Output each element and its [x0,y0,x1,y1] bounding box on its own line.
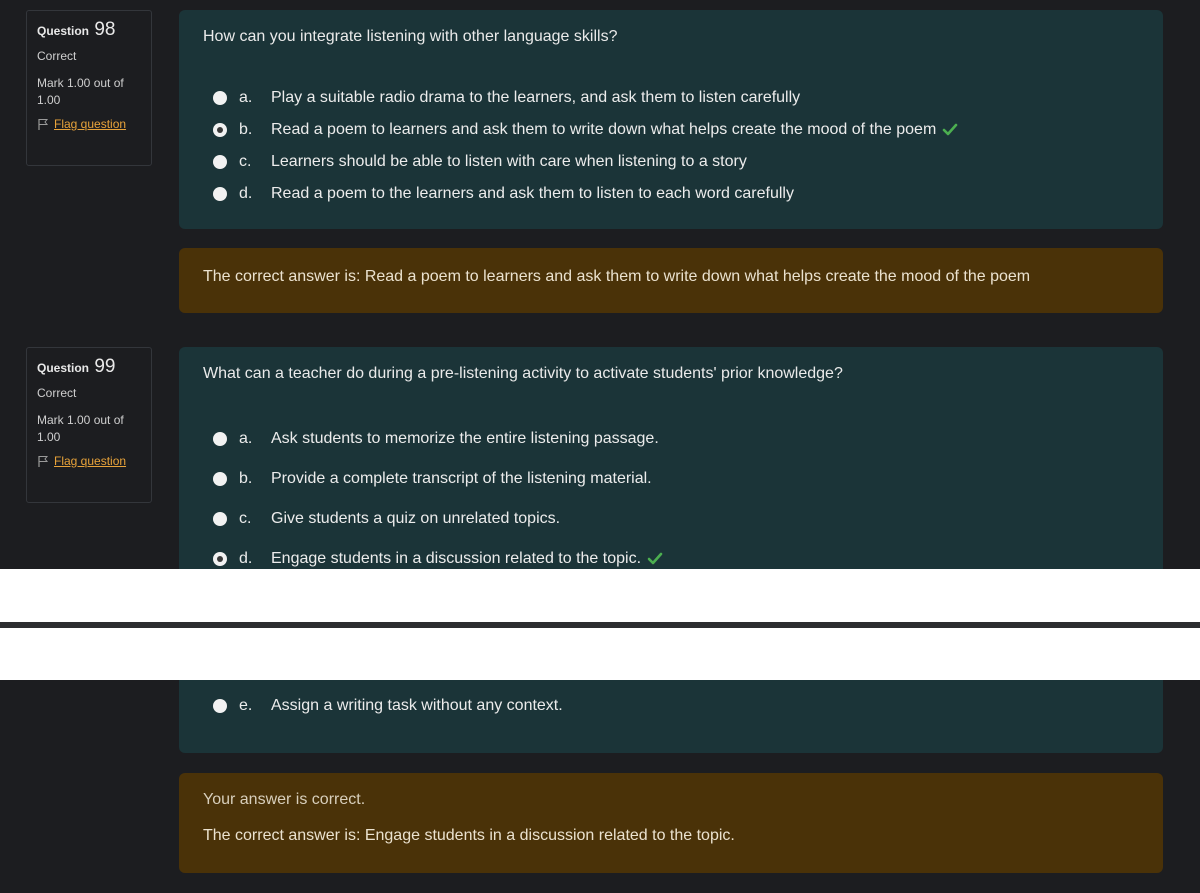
flag-icon [38,119,49,130]
answer-text: Assign a writing task without any contex… [271,697,563,714]
radio-button[interactable] [213,472,227,486]
answer-text: Engage students in a discussion related … [271,550,642,567]
radio-button[interactable] [213,187,227,201]
question-feedback-99: Your answer is correct. The correct answ… [179,773,1163,873]
radio-button[interactable] [213,699,227,713]
check-icon [647,552,663,565]
answer-text: Give students a quiz on unrelated topics… [271,510,561,527]
answer-text: Ask students to memorize the entire list… [271,430,659,447]
radio-button-selected[interactable] [213,123,227,137]
answer-text: Read a poem to learners and ask them to … [271,121,937,138]
radio-button-selected[interactable] [213,552,227,566]
answer-letter: a. [239,430,253,447]
answer-option-b[interactable]: b. Read a poem to learners and ask them … [213,114,958,146]
check-icon [942,123,958,136]
question-number-value: 98 [94,19,116,40]
answer-option-c[interactable]: c. Give students a quiz on unrelated top… [213,499,663,539]
answer-list: a. Ask students to memorize the entire l… [213,419,663,579]
quiz-review-page: Question 98 Correct Mark 1.00 out of 1.0… [0,0,1200,893]
answer-option-a[interactable]: a. Ask students to memorize the entire l… [213,419,663,459]
correct-answer-text: The correct answer is: Read a poem to le… [203,268,1031,285]
answer-text: Learners should be able to listen with c… [271,153,747,170]
screenshot-gap-band [0,628,1200,680]
question-number: Question 98 [37,19,141,41]
answer-letter: c. [239,153,252,170]
radio-button[interactable] [213,432,227,446]
question-mark: Mark 1.00 out of 1.00 [37,76,124,107]
answer-text: Play a suitable radio drama to the learn… [271,89,801,106]
question-info-98: Question 98 Correct Mark 1.00 out of 1.0… [26,10,152,166]
question-formulation-98: How can you integrate listening with oth… [179,10,1163,229]
answer-option-b[interactable]: b. Provide a complete transcript of the … [213,459,663,499]
question-formulation-99: What can a teacher do during a pre-liste… [179,347,1163,753]
question-number: Question 99 [37,356,141,378]
answer-text: Provide a complete transcript of the lis… [271,470,652,487]
answer-correct-text: Your answer is correct. [203,791,366,808]
answer-letter: d. [239,550,253,567]
answer-list-continued: e. Assign a writing task without any con… [213,691,563,721]
correct-answer-text: The correct answer is: Engage students i… [203,827,735,844]
flag-question-label[interactable]: Flag question [54,454,126,468]
answer-option-c[interactable]: c. Learners should be able to listen wit… [213,146,958,178]
answer-letter: c. [239,510,252,527]
answer-option-e[interactable]: e. Assign a writing task without any con… [213,691,563,721]
screenshot-gap-band [0,569,1200,622]
radio-button[interactable] [213,91,227,105]
answer-letter: e. [239,697,253,714]
question-text: What can a teacher do during a pre-liste… [203,365,843,382]
answer-list: a. Play a suitable radio drama to the le… [213,82,958,210]
question-state: Correct [37,49,77,63]
question-info-99: Question 99 Correct Mark 1.00 out of 1.0… [26,347,152,503]
radio-button[interactable] [213,155,227,169]
answer-letter: d. [239,185,253,202]
flag-question-link[interactable]: Flag question [37,454,141,468]
answer-letter: b. [239,470,253,487]
answer-option-a[interactable]: a. Play a suitable radio drama to the le… [213,82,958,114]
answer-letter: b. [239,121,253,138]
question-number-value: 99 [94,356,116,377]
question-label: Question [37,361,90,375]
answer-letter: a. [239,89,253,106]
question-state: Correct [37,386,77,400]
question-label: Question [37,24,90,38]
question-mark: Mark 1.00 out of 1.00 [37,413,124,444]
answer-option-d[interactable]: d. Read a poem to the learners and ask t… [213,178,958,210]
answer-text: Read a poem to the learners and ask them… [271,185,794,202]
flag-icon [38,456,49,467]
flag-question-label[interactable]: Flag question [54,117,126,131]
flag-question-link[interactable]: Flag question [37,117,141,131]
question-text: How can you integrate listening with oth… [203,28,618,45]
question-feedback-98: The correct answer is: Read a poem to le… [179,248,1163,313]
radio-button[interactable] [213,512,227,526]
